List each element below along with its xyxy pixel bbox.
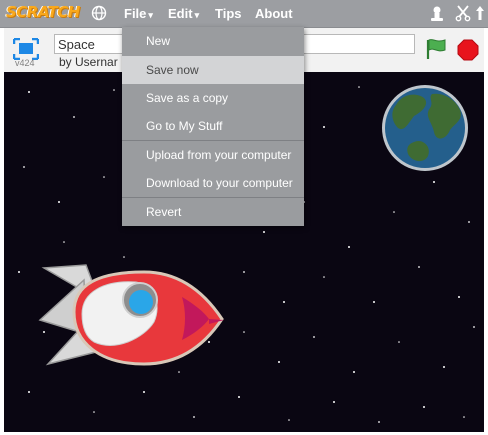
- edit-menu-button[interactable]: Edit ▾: [168, 6, 199, 21]
- about-button[interactable]: About: [255, 6, 293, 21]
- tips-button[interactable]: Tips: [215, 6, 242, 21]
- menu-item-save-now[interactable]: Save now: [122, 56, 304, 84]
- edit-menu-label: Edit: [168, 6, 193, 21]
- menu-item-download[interactable]: Download to your computer: [122, 169, 304, 197]
- menu-item-go-to-my-stuff[interactable]: Go to My Stuff: [122, 112, 304, 140]
- scratch-logo[interactable]: SCRATCH: [6, 3, 80, 21]
- chevron-down-icon: ▾: [194, 10, 200, 20]
- file-dropdown-menu: New Save now Save as a copy Go to My Stu…: [122, 27, 304, 226]
- green-flag-icon[interactable]: [424, 38, 448, 60]
- menu-item-new[interactable]: New: [122, 27, 304, 55]
- rocket-sprite[interactable]: [38, 264, 224, 366]
- duplicate-icon[interactable]: [428, 5, 446, 23]
- menu-bar: SCRATCH File ▾ Edit ▾ Tips About: [0, 0, 488, 28]
- menu-item-revert[interactable]: Revert: [122, 198, 304, 226]
- project-author: by Usernar: [59, 55, 118, 69]
- file-menu-button[interactable]: File ▾: [124, 6, 153, 21]
- menu-item-save-as-copy[interactable]: Save as a copy: [122, 84, 304, 112]
- cut-icon[interactable]: [455, 4, 471, 22]
- globe-icon[interactable]: [91, 5, 107, 21]
- earth-sprite[interactable]: [382, 85, 468, 171]
- stop-icon[interactable]: [457, 39, 479, 61]
- chevron-down-icon: ▾: [148, 10, 153, 20]
- version-label: v424: [15, 58, 35, 68]
- menu-item-upload[interactable]: Upload from your computer: [122, 141, 304, 169]
- grow-icon[interactable]: [474, 4, 486, 22]
- presentation-mode-icon[interactable]: [13, 38, 39, 60]
- file-menu-label: File: [124, 6, 147, 21]
